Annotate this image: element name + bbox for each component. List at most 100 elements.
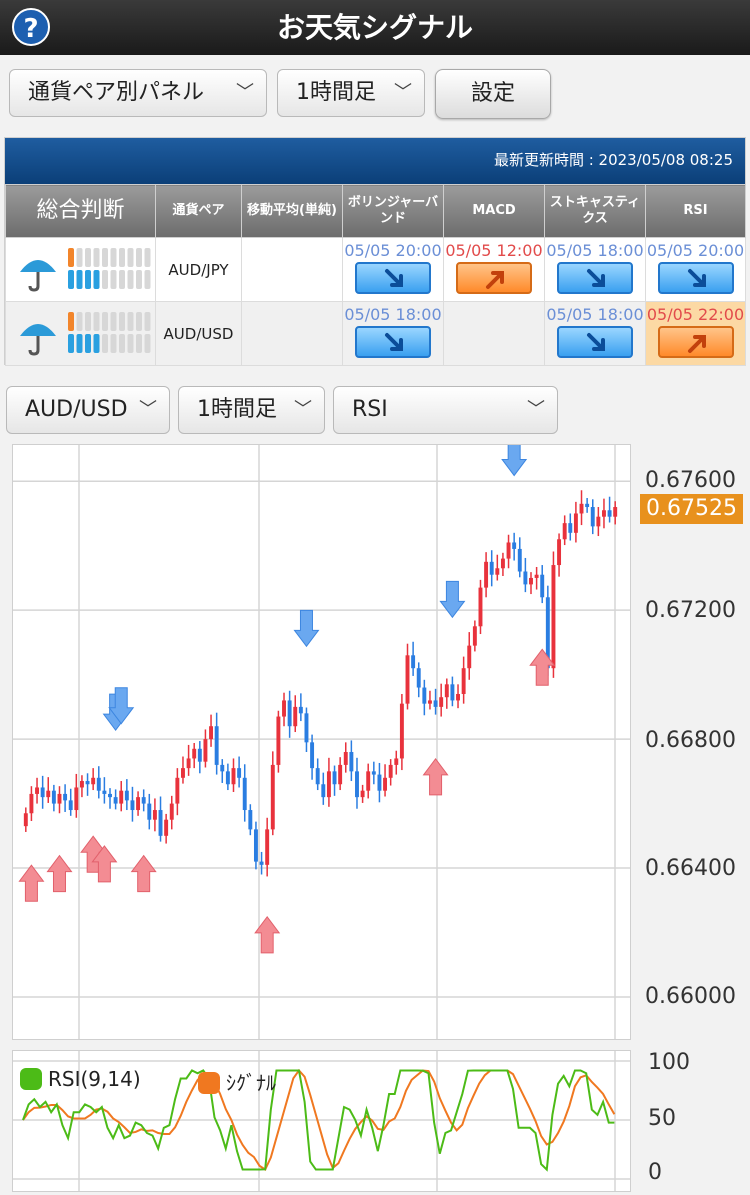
candlestick-plot[interactable] [13, 438, 630, 1039]
price-chart[interactable] [12, 438, 631, 1040]
signal-time: 05/05 18:00 [546, 305, 644, 324]
candle [456, 693, 460, 701]
signal-panel: 最新更新時間 : 2023/05/08 08:25 総合判断 通貨ペア 移動平均… [4, 137, 746, 366]
signal-rsi[interactable]: 05/05 22:00 [645, 301, 746, 366]
candle [108, 793, 112, 798]
y-tick: 0.66400 [645, 856, 736, 881]
candle [46, 790, 51, 798]
col-macd: MACD [443, 184, 545, 238]
candle [68, 800, 73, 811]
candle [298, 706, 303, 714]
timeframe-select[interactable]: 1時間足 ﹀ [277, 69, 425, 117]
signal-macd[interactable]: 05/05 12:00 [443, 237, 545, 302]
candle [253, 829, 258, 862]
candle [85, 781, 90, 785]
candle [523, 571, 528, 585]
candle [164, 819, 169, 836]
candle [551, 565, 556, 669]
page-title: お天気シグナル [276, 11, 473, 44]
arrow-down-icon [657, 262, 734, 294]
meter-segment [93, 270, 100, 289]
candle [225, 771, 230, 785]
umbrella-icon [20, 324, 56, 356]
candle [96, 777, 101, 791]
candle [568, 523, 573, 533]
candle [512, 542, 517, 549]
settings-button[interactable]: 設定 [435, 69, 551, 119]
meter-segment [119, 270, 125, 289]
candle [383, 777, 388, 791]
chevron-down-icon: ﹀ [236, 82, 254, 103]
candle [557, 539, 562, 566]
meter-segment [136, 270, 142, 289]
candle [282, 700, 286, 717]
candle [444, 684, 449, 698]
chart-pair-select-label: AUD/USD [25, 397, 128, 422]
candle [214, 726, 219, 765]
candle [607, 510, 612, 517]
meter-segment [68, 334, 74, 353]
meter-segment [68, 270, 74, 289]
signal-table: 総合判断 通貨ペア 移動平均(単純) ボリンジャーバンド MACD ストキャステ… [5, 184, 746, 366]
candle [237, 768, 242, 778]
meter-segment [110, 248, 117, 267]
currency-pair[interactable]: AUD/USD [155, 301, 242, 366]
signal-stochastics[interactable]: 05/05 18:00 [544, 237, 646, 302]
meter-segment [136, 334, 142, 353]
meter-segment [127, 312, 134, 331]
candle [596, 516, 601, 527]
meter-segment [102, 270, 108, 289]
rsi-y-tick: 100 [648, 1050, 690, 1075]
legend-rsi-label: RSI(9,14) [48, 1067, 141, 1091]
legend-swatch [198, 1072, 220, 1094]
candle [439, 697, 444, 707]
candle [63, 793, 68, 801]
candle [338, 764, 343, 785]
candle [259, 861, 264, 865]
candle [315, 768, 320, 785]
chart-pair-select[interactable]: AUD/USD ﹀ [6, 386, 170, 434]
signal-moving-average [241, 237, 343, 302]
legend-rsi: RSI(9,14) [20, 1067, 141, 1091]
candle [152, 810, 157, 820]
last-updated: 最新更新時間 : 2023/05/08 08:25 [5, 138, 745, 184]
meter-segment [136, 312, 142, 331]
chart-timeframe-select[interactable]: 1時間足 ﹀ [178, 386, 325, 434]
candle [175, 777, 180, 804]
meter-segment [136, 248, 142, 267]
candle [573, 513, 578, 533]
candle [506, 542, 511, 559]
candle [472, 626, 477, 646]
candle [332, 771, 337, 785]
candle [450, 684, 455, 701]
table-row[interactable]: AUD/USD 05/05 18:00 05/05 18:00 05/05 22… [5, 301, 746, 366]
table-row[interactable]: AUD/JPY 05/05 20:00 05/05 12:00 05/05 18… [5, 237, 746, 302]
candle [35, 787, 39, 794]
signal-rsi[interactable]: 05/05 20:00 [645, 237, 746, 302]
col-moving-average: 移動平均(単純) [241, 184, 343, 238]
panel-type-select[interactable]: 通貨ペア別パネル ﹀ [9, 69, 267, 117]
timeframe-select-label: 1時間足 [296, 80, 376, 105]
signal-bollinger[interactable]: 05/05 20:00 [342, 237, 444, 302]
y-tick: 0.66800 [645, 728, 736, 753]
signal-time: 05/05 18:00 [344, 305, 442, 324]
candle [248, 810, 253, 830]
candle [489, 561, 494, 575]
meter-segment [119, 334, 125, 353]
meter-segment [110, 270, 117, 289]
signal-bollinger[interactable]: 05/05 18:00 [342, 301, 444, 366]
col-overall: 総合判断 [5, 184, 156, 238]
umbrella-icon [20, 260, 56, 292]
arrow-down-icon [355, 262, 431, 294]
currency-pair[interactable]: AUD/JPY [155, 237, 242, 302]
meter-segment [93, 334, 100, 353]
candle [119, 790, 124, 804]
signal-stochastics[interactable]: 05/05 18:00 [544, 301, 646, 366]
legend-signal: ｼｸﾞﾅﾙ [198, 1067, 276, 1096]
indicator-select[interactable]: RSI ﹀ [333, 386, 558, 434]
indicator-select-label: RSI [352, 397, 388, 422]
signal-macd [443, 301, 545, 366]
candle [310, 742, 315, 769]
candle [495, 568, 500, 575]
candle [293, 706, 298, 727]
